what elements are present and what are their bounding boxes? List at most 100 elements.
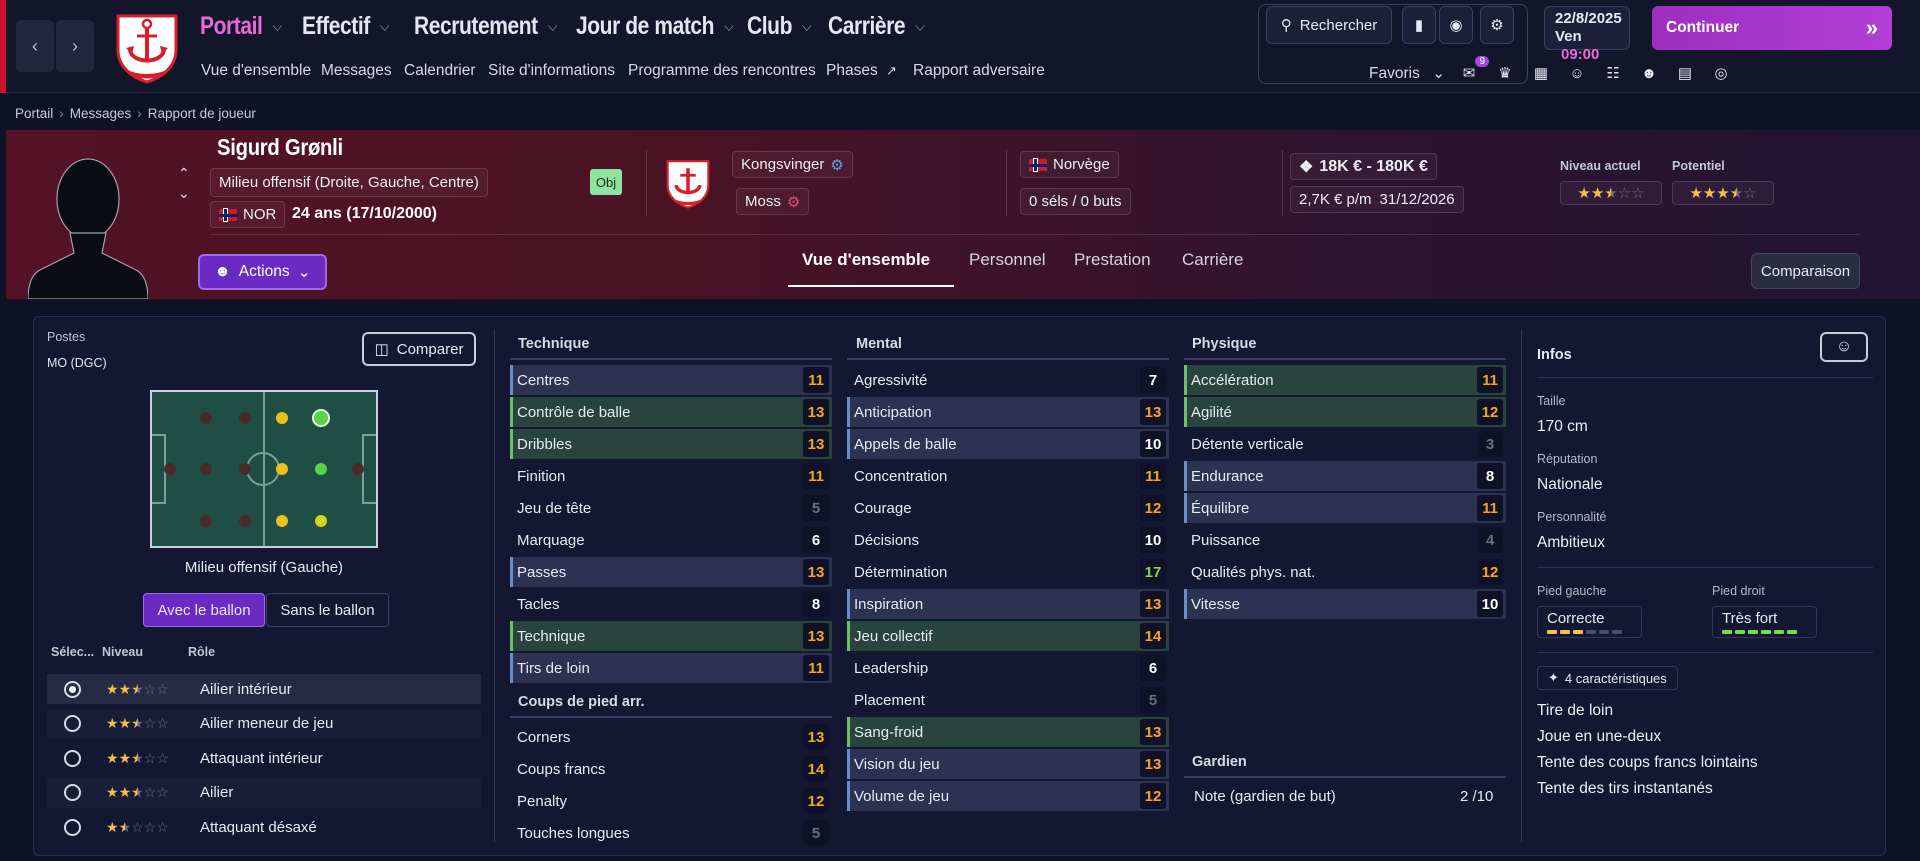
menu-carriere[interactable]: Carrière ⌵ [828, 10, 925, 42]
attribute-row[interactable]: Tirs de loin 11 [510, 653, 832, 683]
attribute-row[interactable]: Corners 13 [510, 722, 832, 752]
menu-club[interactable]: Club ⌵ [747, 10, 812, 42]
role-row[interactable]: ★★★☆☆ Ailier [47, 777, 481, 808]
attribute-row[interactable]: Contrôle de balle 13 [510, 397, 832, 427]
attribute-row[interactable]: Touches longues 5 [510, 818, 832, 848]
objective-badge[interactable]: Obj [590, 169, 622, 195]
attribute-row[interactable]: Vision du jeu 13 [847, 749, 1169, 779]
attribute-row[interactable]: Passes 13 [510, 557, 832, 587]
attribute-row[interactable]: Finition 11 [510, 461, 832, 491]
attribute-row[interactable]: Tacles 8 [510, 589, 832, 619]
loan-club-badge[interactable]: Moss ⚙ [736, 188, 810, 215]
attribute-row[interactable]: Jeu collectif 14 [847, 621, 1169, 651]
attribute-row[interactable]: Volume de jeu 12 [847, 781, 1169, 811]
role-radio[interactable] [64, 818, 81, 836]
menu-portail[interactable]: Portail ⌵ [200, 10, 282, 42]
bookmark-button[interactable]: ▮ [1402, 6, 1436, 44]
continue-button[interactable]: Continuer » [1652, 6, 1892, 50]
sublink-phases[interactable]: Phases ↗ [826, 62, 897, 80]
tactics-icon[interactable]: ▦ [1529, 62, 1553, 84]
attribute-row[interactable]: Penalty 12 [510, 786, 832, 816]
sublink-rapport-adversaire[interactable]: Rapport adversaire [913, 62, 1045, 80]
document-icon[interactable]: ▤ [1673, 62, 1697, 84]
attribute-row[interactable]: Appels de balle 10 [847, 429, 1169, 459]
attribute-row[interactable]: Courage 12 [847, 493, 1169, 523]
attribute-row[interactable]: Détente verticale 3 [1184, 429, 1506, 459]
date-box[interactable]: 22/8/2025 Ven 09:00 [1544, 6, 1630, 63]
attribute-row[interactable]: Sang-froid 13 [847, 717, 1169, 747]
attribute-row[interactable]: Inspiration 13 [847, 589, 1169, 619]
attribute-row[interactable]: Concentration 11 [847, 461, 1169, 491]
attribute-row[interactable]: Dribbles 13 [510, 429, 832, 459]
chevron-down-icon[interactable]: ⌄ [178, 183, 190, 203]
menu-recrutement[interactable]: Recrutement ⌵ [414, 10, 557, 42]
club-crest[interactable] [662, 155, 714, 211]
sublink-messages[interactable]: Messages [321, 62, 392, 80]
role-radio[interactable] [64, 680, 81, 698]
breadcrumb-portail[interactable]: Portail [15, 106, 53, 121]
chevron-up-icon[interactable]: ⌃ [178, 163, 190, 183]
attribute-row[interactable]: Technique 13 [510, 621, 832, 651]
attribute-row[interactable]: Accélération 11 [1184, 365, 1506, 395]
back-button[interactable]: ‹ [16, 20, 54, 72]
player-card-button[interactable]: ☺ [1820, 332, 1868, 362]
club-badge[interactable]: Kongsvinger ⚙ [732, 151, 853, 178]
attribute-row[interactable]: Placement 5 [847, 685, 1169, 715]
traits-badge[interactable]: ✦ 4 caractéristiques [1537, 666, 1678, 690]
comparison-button[interactable]: Comparaison [1751, 253, 1860, 289]
sublink-site-informations[interactable]: Site d'informations [488, 62, 615, 80]
attribute-row[interactable]: Anticipation 13 [847, 397, 1169, 427]
sublink-calendrier[interactable]: Calendrier [404, 62, 476, 80]
attribute-row[interactable]: Jeu de tête 5 [510, 493, 832, 523]
sublink-vue-ensemble[interactable]: Vue d'ensemble [201, 62, 311, 80]
toggle-with-ball[interactable]: Avec le ballon [143, 593, 265, 627]
attribute-row[interactable]: Leadership 6 [847, 653, 1169, 683]
attribute-row[interactable]: Coups francs 14 [510, 754, 832, 784]
globe-button[interactable]: ◉ [1439, 6, 1473, 44]
search-button[interactable]: ⚲ Rechercher [1266, 6, 1392, 44]
attribute-row[interactable]: Agressivité 7 [847, 365, 1169, 395]
attribute-row[interactable]: Marquage 6 [510, 525, 832, 555]
attribute-row[interactable]: Endurance 8 [1184, 461, 1506, 491]
player-avatar [28, 158, 148, 299]
role-radio[interactable] [64, 715, 81, 732]
attribute-row[interactable]: Puissance 4 [1184, 525, 1506, 555]
role-row[interactable]: ★★☆☆☆ Attaquant désaxé [47, 812, 481, 842]
settings-button[interactable]: ⚙ [1480, 6, 1514, 44]
tab-prestation[interactable]: Prestation [1074, 250, 1151, 286]
shirt-icon[interactable]: ♛ [1493, 62, 1517, 84]
favorites-dropdown[interactable]: Favoris ⌄ [1369, 64, 1445, 83]
tab-personnel[interactable]: Personnel [969, 250, 1046, 286]
role-radio[interactable] [64, 784, 81, 801]
menu-effectif[interactable]: Effectif ⌵ [302, 10, 389, 42]
player-nav-arrows[interactable]: ⌃ ⌄ [178, 163, 190, 203]
calendar-icon[interactable]: ☷ [1601, 62, 1625, 84]
forward-button[interactable]: › [56, 20, 94, 72]
role-row[interactable]: ★★★☆☆ Attaquant intérieur [47, 743, 481, 773]
world-icon[interactable]: ◎ [1709, 62, 1733, 84]
actions-button[interactable]: ☻ Actions ⌄ [198, 254, 327, 290]
breadcrumb-messages[interactable]: Messages [70, 106, 132, 121]
compare-button[interactable]: ◫ Comparer [362, 332, 476, 366]
attribute-row[interactable]: Qualités phys. nat. 12 [1184, 557, 1506, 587]
menu-jour-de-match[interactable]: Jour de match ⌵ [576, 10, 734, 42]
attribute-row[interactable]: Équilibre 11 [1184, 493, 1506, 523]
staff-icon[interactable]: ☻ [1637, 62, 1661, 84]
scout-icon[interactable]: ☺ [1565, 62, 1589, 84]
role-radio[interactable] [64, 749, 81, 767]
chat-icon[interactable]: ✉ 9 [1457, 56, 1489, 84]
attribute-row[interactable]: Centres 11 [510, 365, 832, 395]
club-logo[interactable] [110, 10, 184, 84]
tag-icon: ❖ [1299, 158, 1314, 176]
toggle-without-ball[interactable]: Sans le ballon [266, 593, 389, 627]
role-row[interactable]: ★★★☆☆ Ailier intérieur [47, 674, 481, 704]
tab-carriere[interactable]: Carrière [1182, 250, 1243, 286]
tab-vue-ensemble[interactable]: Vue d'ensemble [802, 250, 930, 286]
nation-badge[interactable]: Norvège [1020, 151, 1119, 178]
attribute-row[interactable]: Détermination 17 [847, 557, 1169, 587]
sublink-programme-rencontres[interactable]: Programme des rencontres [628, 62, 816, 80]
attribute-row[interactable]: Décisions 10 [847, 525, 1169, 555]
attribute-row[interactable]: Agilité 12 [1184, 397, 1506, 427]
role-row[interactable]: ★★★☆☆ Ailier meneur de jeu [47, 708, 481, 739]
attribute-row[interactable]: Vitesse 10 [1184, 589, 1506, 619]
